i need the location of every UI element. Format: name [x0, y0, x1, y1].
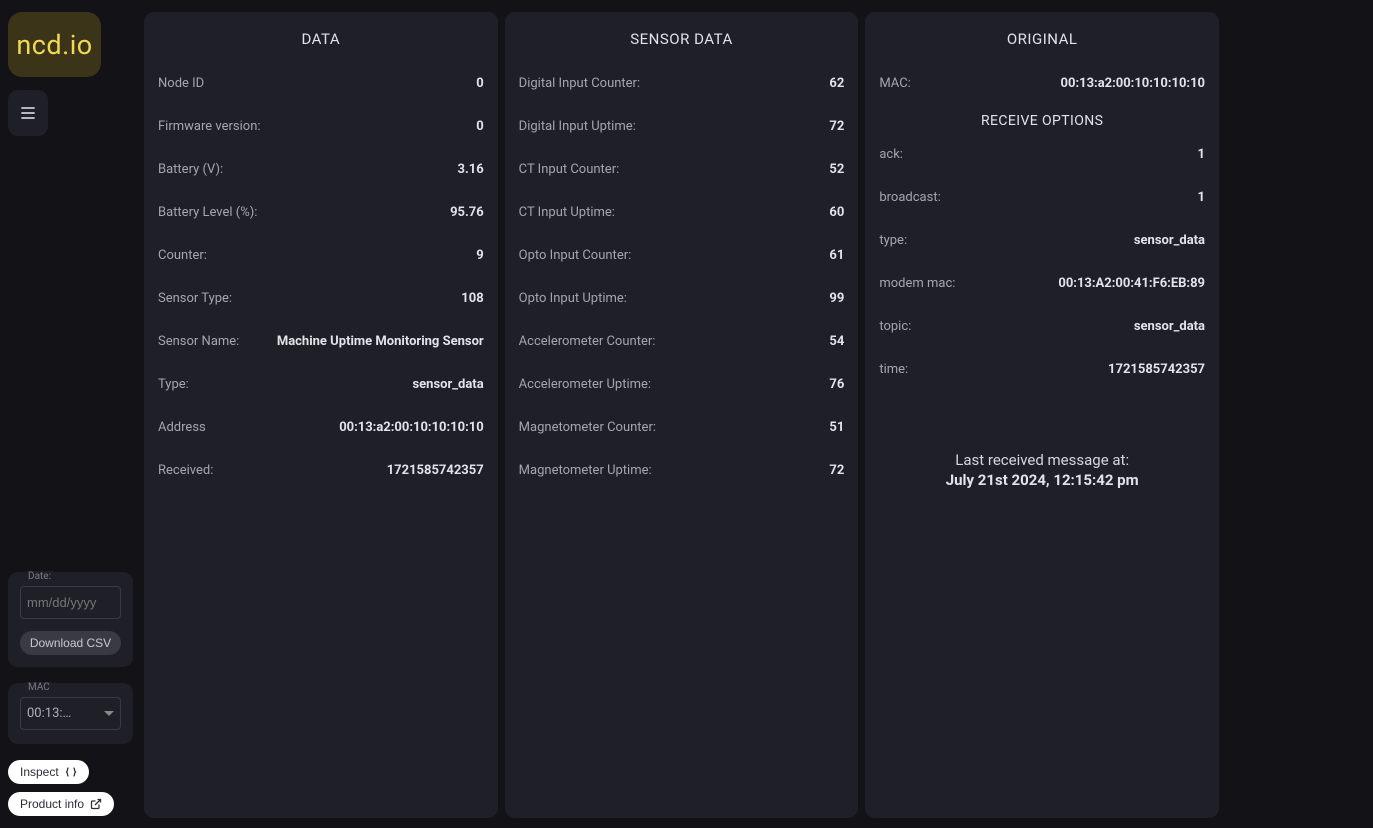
sensor-row: CT Input Uptime:60: [519, 191, 845, 234]
data-row: Received:1721585742357: [158, 449, 484, 492]
sensor-row: Digital Input Counter:62: [519, 62, 845, 105]
panel-sensor-title: SENSOR DATA: [519, 30, 845, 48]
data-row: Type:sensor_data: [158, 363, 484, 406]
panel-sensor: SENSOR DATA Digital Input Counter:62 Dig…: [505, 12, 859, 818]
sensor-row: Opto Input Uptime:99: [519, 277, 845, 320]
sensor-row: Magnetometer Counter:51: [519, 406, 845, 449]
menu-icon: [18, 103, 38, 123]
receive-row: topic:sensor_data: [879, 305, 1205, 348]
receive-row: broadcast:1: [879, 176, 1205, 219]
main: DATA Node ID0 Firmware version:0 Battery…: [144, 12, 1219, 818]
mac-select-value: 00:13:…: [27, 706, 71, 721]
panel-original: ORIGINAL MAC:00:13:a2:00:10:10:10:10 REC…: [865, 12, 1219, 818]
panel-original-title: ORIGINAL: [879, 30, 1205, 48]
inspect-label: Inspect: [20, 765, 59, 779]
data-row: Firmware version:0: [158, 105, 484, 148]
sensor-row: Digital Input Uptime:72: [519, 105, 845, 148]
last-message-label: Last received message at:: [879, 451, 1205, 469]
chevron-down-icon: [104, 711, 114, 717]
sensor-row: Accelerometer Counter:54: [519, 320, 845, 363]
sensor-row: Opto Input Counter:61: [519, 234, 845, 277]
data-row: Node ID0: [158, 62, 484, 105]
product-info-label: Product info: [20, 797, 84, 811]
receive-options-title: RECEIVE OPTIONS: [879, 113, 1205, 129]
logo: ncd.io: [8, 12, 101, 77]
mac-select[interactable]: 00:13:…: [20, 697, 121, 730]
panel-data: DATA Node ID0 Firmware version:0 Battery…: [144, 12, 498, 818]
panel-data-title: DATA: [158, 30, 484, 48]
code-braces-icon: [65, 766, 77, 778]
data-row: Address00:13:a2:00:10:10:10:10: [158, 406, 484, 449]
date-input[interactable]: [20, 586, 121, 619]
data-row: Sensor Type:108: [158, 277, 484, 320]
date-box: Date: Download CSV: [8, 572, 133, 667]
data-row: Sensor Name:Machine Uptime Monitoring Se…: [158, 320, 484, 363]
inspect-button[interactable]: Inspect: [8, 760, 89, 784]
open-external-icon: [90, 798, 102, 810]
data-row: Counter:9: [158, 234, 484, 277]
mac-box: MAC 00:13:…: [8, 683, 133, 744]
sensor-row: CT Input Counter:52: [519, 148, 845, 191]
date-label: Date:: [26, 571, 53, 582]
receive-row: time:1721585742357: [879, 348, 1205, 391]
sensor-row: Accelerometer Uptime:76: [519, 363, 845, 406]
data-row: Battery Level (%):95.76: [158, 191, 484, 234]
data-row: Battery (V):3.16: [158, 148, 484, 191]
receive-row: modem mac:00:13:A2:00:41:F6:EB:89: [879, 262, 1205, 305]
last-message: Last received message at: July 21st 2024…: [879, 451, 1205, 489]
download-csv-button[interactable]: Download CSV: [20, 631, 121, 655]
mac-label: MAC: [26, 682, 52, 693]
original-row: MAC:00:13:a2:00:10:10:10:10: [879, 62, 1205, 105]
sidebar: ncd.io Date: Download CSV MAC 00:13:… In…: [8, 12, 133, 816]
menu-button[interactable]: [8, 90, 48, 136]
sensor-row: Magnetometer Uptime:72: [519, 449, 845, 492]
last-message-value: July 21st 2024, 12:15:42 pm: [879, 471, 1205, 489]
receive-row: type:sensor_data: [879, 219, 1205, 262]
receive-row: ack:1: [879, 133, 1205, 176]
product-info-button[interactable]: Product info: [8, 792, 114, 816]
